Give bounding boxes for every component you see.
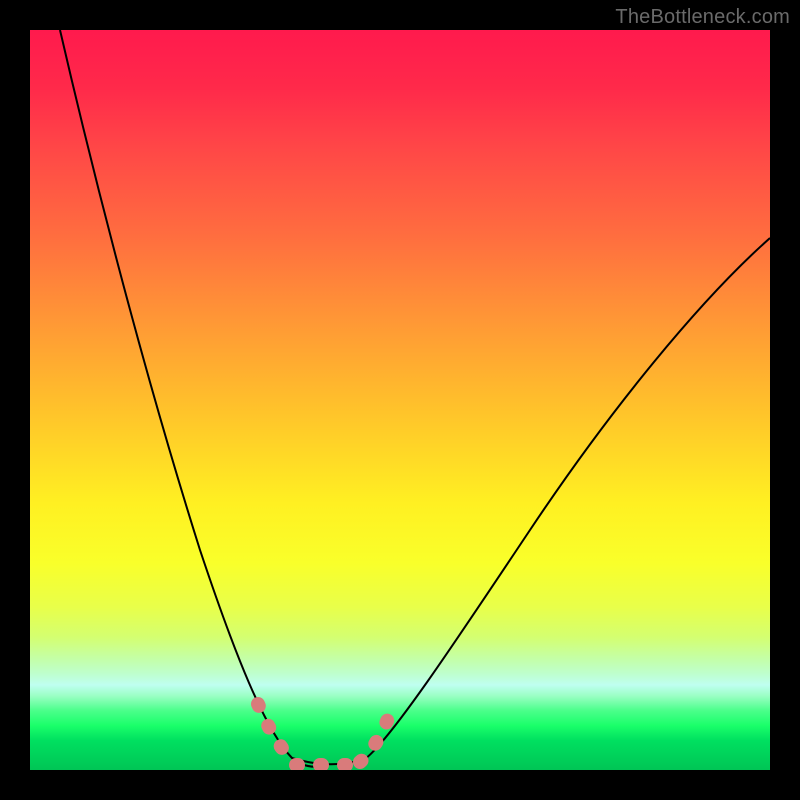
plot-area [30,30,770,770]
outer-frame: TheBottleneck.com [0,0,800,800]
left-curve [60,30,320,767]
watermark-text: TheBottleneck.com [615,6,790,29]
chart-svg [30,30,770,770]
right-curve [365,238,770,759]
